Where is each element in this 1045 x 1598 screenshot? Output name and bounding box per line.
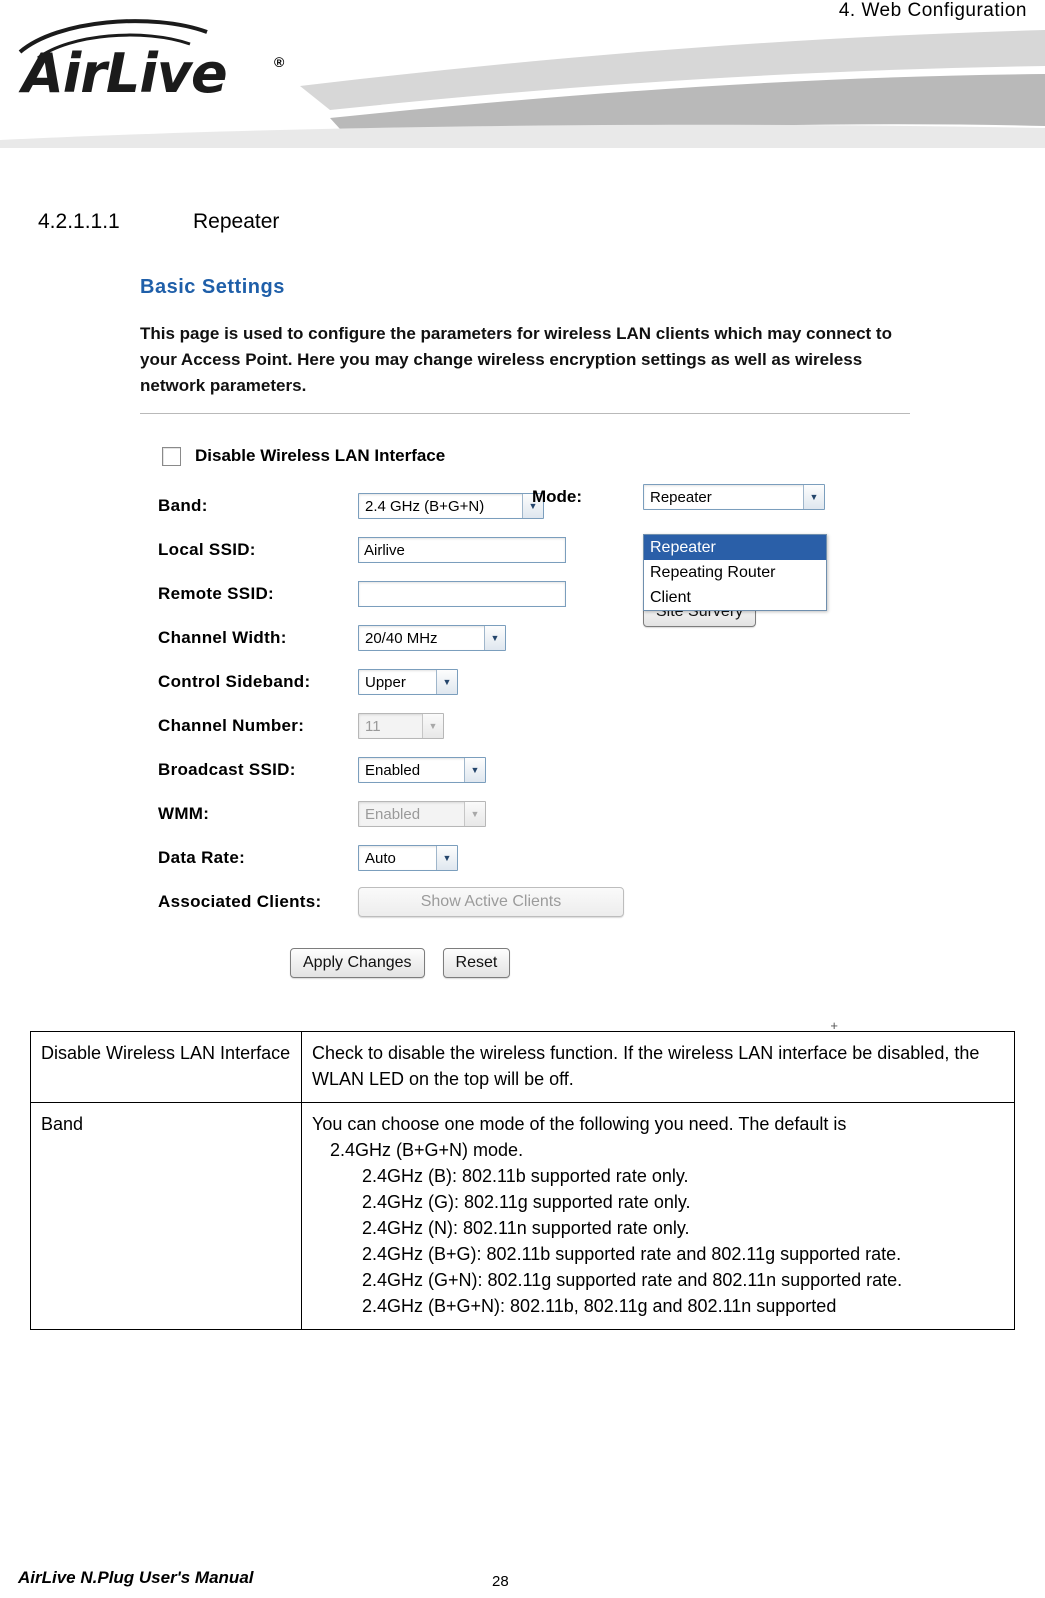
reset-button[interactable]: Reset <box>442 948 511 978</box>
table-row: Band You can choose one mode of the foll… <box>30 1102 1015 1330</box>
channel-number-select[interactable]: 11 ▼ <box>358 713 444 739</box>
mode-select[interactable]: Repeater ▼ <box>643 484 825 510</box>
control-sideband-row: Control Sideband: Upper ▼ <box>140 660 930 704</box>
channel-width-select[interactable]: 20/40 MHz ▼ <box>358 625 506 651</box>
channel-number-row: Channel Number: 11 ▼ <box>140 704 930 748</box>
panel-title: Basic Settings <box>140 276 285 298</box>
desc-line: 2.4GHz (B+G+N) mode. <box>330 1140 524 1160</box>
table-row: Disable Wireless LAN Interface Check to … <box>30 1031 1015 1103</box>
apply-changes-button[interactable]: Apply Changes <box>290 948 425 978</box>
airlive-logo: AirLive ® <box>12 18 302 113</box>
section-title: Repeater <box>193 210 280 233</box>
chevron-down-icon: ▼ <box>422 714 443 738</box>
control-sideband-label: Control Sideband: <box>158 672 311 691</box>
wmm-select[interactable]: Enabled ▼ <box>358 801 486 827</box>
basic-settings-screenshot: Basic Settings This page is used to conf… <box>140 270 930 1033</box>
mode-option-repeating-router[interactable]: Repeating Router <box>644 560 826 585</box>
channel-number-value: 11 <box>365 717 381 735</box>
associated-clients-label: Associated Clients: <box>158 892 322 911</box>
wmm-row: WMM: Enabled ▼ <box>140 792 930 836</box>
local-ssid-input[interactable] <box>358 537 566 563</box>
disable-wireless-row: Disable Wireless LAN Interface <box>140 446 930 466</box>
broadcast-ssid-row: Broadcast SSID: Enabled ▼ <box>140 748 930 792</box>
section-number: 4.2.1.1.1 <box>38 210 120 233</box>
associated-clients-row: Associated Clients: Show Active Clients <box>140 880 930 924</box>
band-row: Band: 2.4 GHz (B+G+N) ▼ Mode: Repeater ▼… <box>140 484 930 627</box>
desc-line: 2.4GHz (G): 802.11g supported rate only. <box>362 1192 691 1212</box>
row-key: Band <box>30 1102 302 1330</box>
show-active-clients-button[interactable]: Show Active Clients <box>358 887 624 917</box>
logo-registered-mark: ® <box>274 54 285 70</box>
data-rate-value: Auto <box>365 849 396 867</box>
chevron-down-icon: ▼ <box>464 758 485 782</box>
desc-line: 2.4GHz (B+G): 802.11b supported rate and… <box>362 1244 902 1264</box>
channel-width-row: Channel Width: 20/40 MHz ▼ <box>140 616 930 660</box>
chevron-down-icon: ▼ <box>436 670 457 694</box>
divider <box>140 413 910 414</box>
scan-artifact: + <box>830 1018 838 1033</box>
row-key: Disable Wireless LAN Interface <box>30 1031 302 1103</box>
mode-dropdown-list[interactable]: Repeater Repeating Router Client <box>643 534 827 611</box>
logo-text: AirLive <box>22 42 228 105</box>
panel-description: This page is used to configure the param… <box>140 324 892 395</box>
wmm-label: WMM: <box>158 804 210 823</box>
data-rate-row: Data Rate: Auto ▼ <box>140 836 930 880</box>
channel-number-label: Channel Number: <box>158 716 305 735</box>
desc-line: You can choose one mode of the following… <box>312 1114 847 1134</box>
chevron-down-icon: ▼ <box>436 846 457 870</box>
disable-wireless-label: Disable Wireless LAN Interface <box>195 446 446 465</box>
remote-ssid-input[interactable] <box>358 581 566 607</box>
band-select-value: 2.4 GHz (B+G+N) <box>365 497 485 515</box>
mode-label: Mode: <box>532 487 583 506</box>
row-value: Check to disable the wireless function. … <box>301 1031 1015 1103</box>
chevron-down-icon: ▼ <box>464 802 485 826</box>
form-actions: Apply Changes Reset <box>290 948 930 978</box>
control-sideband-select[interactable]: Upper ▼ <box>358 669 458 695</box>
page-header: 4. Web Configuration AirLive ® <box>0 0 1045 150</box>
disable-wireless-checkbox[interactable] <box>162 446 181 466</box>
parameter-description-table: Disable Wireless LAN Interface Check to … <box>30 1031 1015 1330</box>
mode-option-repeater[interactable]: Repeater <box>644 535 826 560</box>
row-value: You can choose one mode of the following… <box>301 1102 1015 1330</box>
control-sideband-value: Upper <box>365 673 406 691</box>
broadcast-ssid-value: Enabled <box>365 761 421 779</box>
basic-settings-form: Band: 2.4 GHz (B+G+N) ▼ Mode: Repeater ▼… <box>140 484 930 978</box>
remote-ssid-label: Remote SSID: <box>158 584 275 603</box>
channel-width-value: 20/40 MHz <box>365 629 438 647</box>
chevron-down-icon: ▼ <box>484 626 505 650</box>
manual-name: AirLive N.Plug User's Manual <box>18 1568 254 1587</box>
data-rate-label: Data Rate: <box>158 848 246 867</box>
page-number: 28 <box>492 1573 509 1590</box>
mode-select-value: Repeater <box>650 488 712 506</box>
desc-line: Check to disable the wireless function. … <box>312 1043 980 1089</box>
desc-line: 2.4GHz (B): 802.11b supported rate only. <box>362 1166 689 1186</box>
chevron-down-icon: ▼ <box>803 485 824 509</box>
section-heading: 4.2.1.1.1 Repeater <box>38 210 1045 234</box>
data-rate-select[interactable]: Auto ▼ <box>358 845 458 871</box>
desc-line: 2.4GHz (N): 802.11n supported rate only. <box>362 1218 690 1238</box>
channel-width-label: Channel Width: <box>158 628 287 647</box>
desc-line: 2.4GHz (B+G+N): 802.11b, 802.11g and 802… <box>362 1296 837 1316</box>
broadcast-ssid-label: Broadcast SSID: <box>158 760 296 779</box>
broadcast-ssid-select[interactable]: Enabled ▼ <box>358 757 486 783</box>
mode-option-client[interactable]: Client <box>644 585 826 610</box>
band-label: Band: <box>158 496 208 515</box>
band-select[interactable]: 2.4 GHz (B+G+N) ▼ <box>358 493 544 519</box>
desc-line: 2.4GHz (G+N): 802.11g supported rate and… <box>362 1270 903 1290</box>
local-ssid-label: Local SSID: <box>158 540 256 559</box>
wmm-value: Enabled <box>365 805 421 823</box>
